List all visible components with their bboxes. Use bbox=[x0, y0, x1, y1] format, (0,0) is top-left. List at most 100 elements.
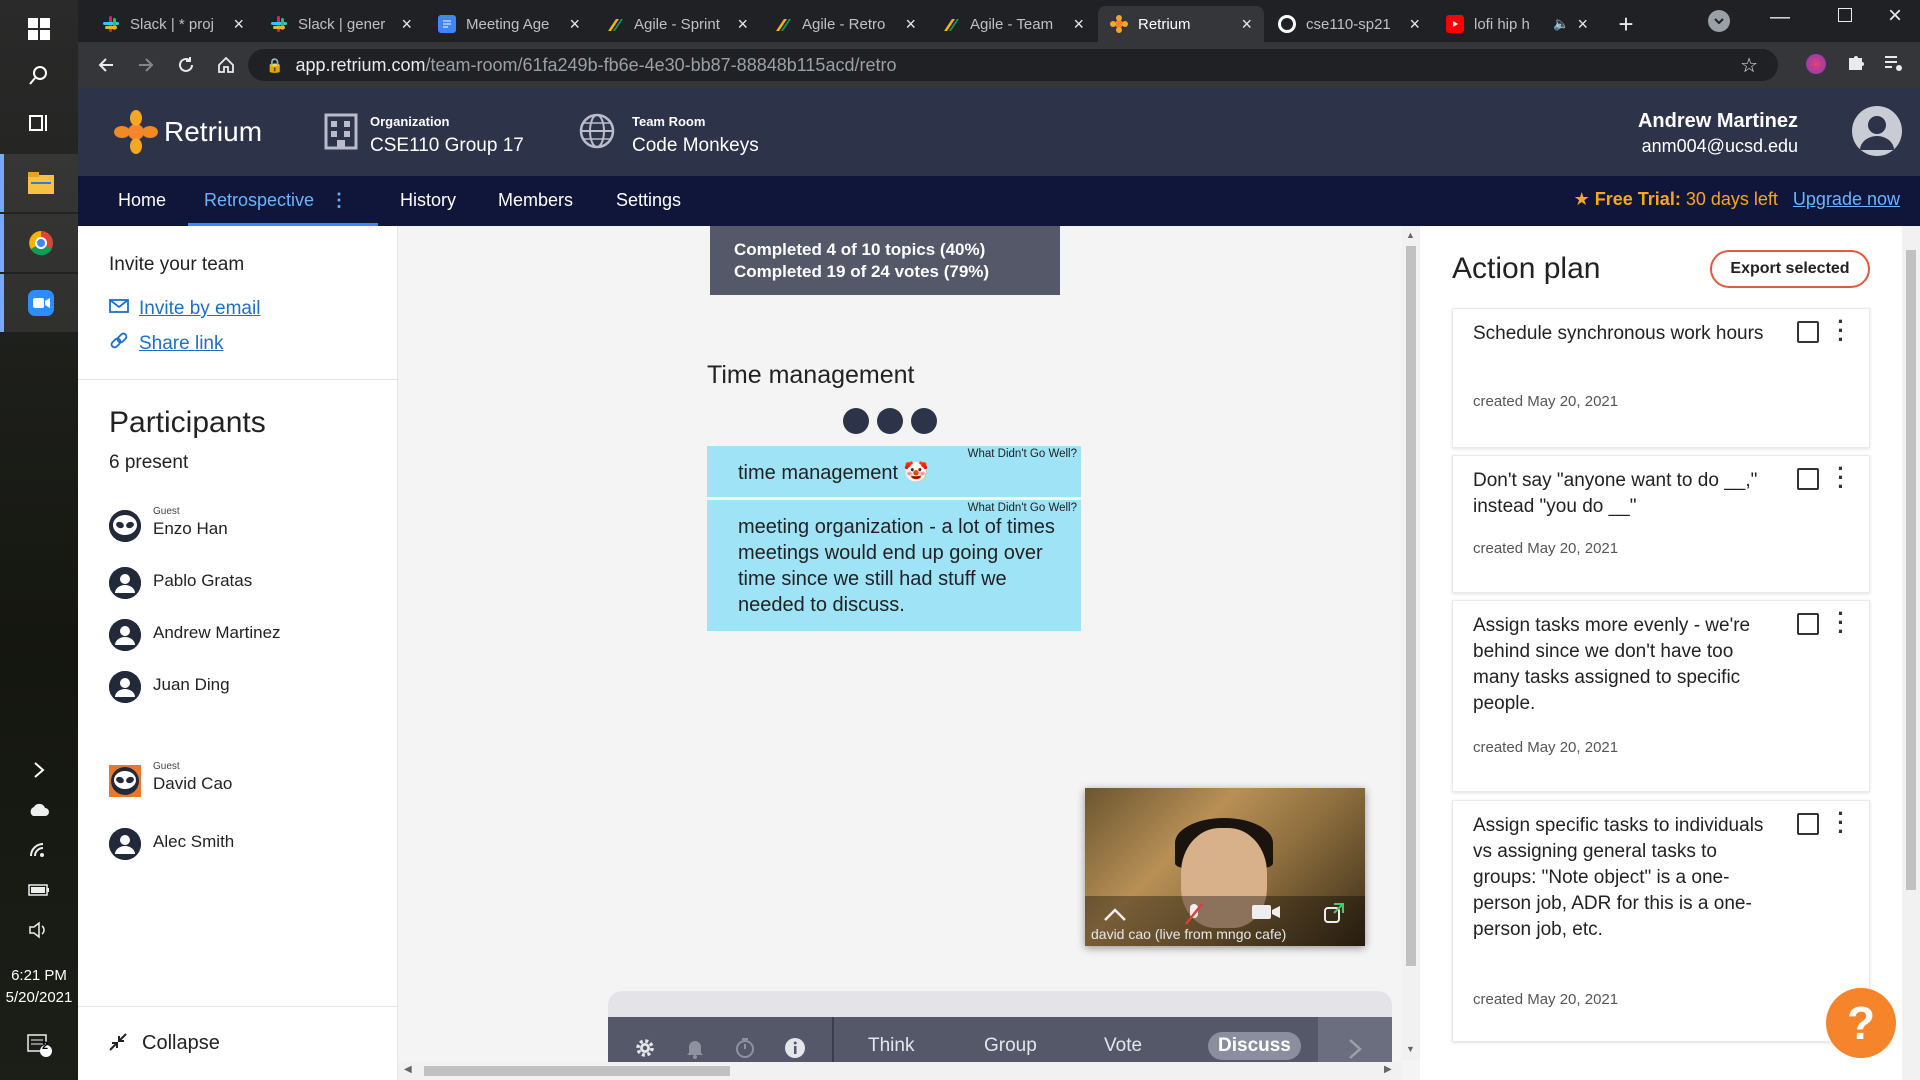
action-item[interactable]: Assign specific tasks to individuals vs … bbox=[1452, 800, 1870, 1042]
nav-history[interactable]: History bbox=[400, 176, 456, 226]
browser-tab[interactable]: Slack | * proj × bbox=[90, 6, 256, 42]
restore-icon[interactable] bbox=[1838, 8, 1852, 22]
media-queue-icon[interactable] bbox=[1884, 54, 1904, 77]
select-checkbox[interactable] bbox=[1797, 613, 1819, 635]
nav-retrospective-label: Retrospective bbox=[204, 190, 315, 210]
action-item[interactable]: Assign tasks more evenly - we're behind … bbox=[1452, 600, 1870, 792]
chevron-up-icon[interactable] bbox=[1103, 902, 1127, 928]
kebab-menu-icon[interactable]: · · · bbox=[1833, 311, 1849, 351]
info-icon[interactable] bbox=[782, 1035, 808, 1061]
kebab-menu-icon[interactable]: · · · bbox=[1833, 458, 1849, 498]
kebab-menu-icon[interactable]: · · · bbox=[1833, 603, 1849, 643]
action-center-icon[interactable]: 2 bbox=[0, 1016, 78, 1074]
action-item[interactable]: Schedule synchronous work hours created … bbox=[1452, 308, 1870, 448]
card-text: time management bbox=[738, 462, 899, 484]
file-explorer-icon[interactable] bbox=[0, 154, 78, 212]
browser-tab[interactable]: Agile - Team × bbox=[930, 6, 1096, 42]
kebab-menu-icon[interactable]: · · · bbox=[1833, 803, 1849, 843]
close-icon[interactable]: × bbox=[905, 14, 916, 35]
volume-icon[interactable] bbox=[0, 901, 78, 959]
action-plan-scrollbar[interactable] bbox=[1902, 226, 1920, 1080]
close-icon[interactable]: × bbox=[1241, 14, 1252, 35]
select-checkbox[interactable] bbox=[1797, 813, 1819, 835]
org-name[interactable]: CSE110 Group 17 bbox=[370, 135, 524, 157]
popout-icon[interactable] bbox=[1323, 902, 1345, 930]
user-avatar[interactable] bbox=[1852, 106, 1902, 156]
settings-gear-icon[interactable] bbox=[632, 1035, 658, 1061]
close-icon[interactable]: × bbox=[569, 14, 580, 35]
chrome-icon[interactable] bbox=[0, 214, 78, 272]
export-selected-button[interactable]: Export selected bbox=[1710, 250, 1870, 288]
user-name[interactable]: Andrew Martinez bbox=[1638, 110, 1798, 133]
nav-home[interactable]: Home bbox=[118, 176, 166, 226]
scrollbar-thumb[interactable] bbox=[1406, 246, 1416, 966]
select-checkbox[interactable] bbox=[1797, 468, 1819, 490]
scroll-up-icon[interactable]: ▲ bbox=[1406, 230, 1415, 240]
action-item-date: created May 20, 2021 bbox=[1473, 393, 1619, 410]
action-item-text: Don't say "anyone want to do __," instea… bbox=[1473, 470, 1758, 517]
nav-settings[interactable]: Settings bbox=[616, 176, 681, 226]
scrollbar-thumb[interactable] bbox=[424, 1066, 730, 1076]
action-item-date: created May 20, 2021 bbox=[1473, 739, 1619, 756]
close-icon[interactable]: × bbox=[1409, 14, 1420, 35]
action-item[interactable]: Don't say "anyone want to do __," instea… bbox=[1452, 455, 1870, 593]
taskbar-clock[interactable]: 6:21 PM 5/20/2021 bbox=[0, 965, 78, 1009]
retrium-logo-icon[interactable] bbox=[114, 110, 158, 154]
close-icon[interactable]: × bbox=[233, 14, 244, 35]
scroll-left-icon[interactable]: ◀ bbox=[404, 1064, 412, 1075]
browser-tab[interactable]: Slack | gener × bbox=[258, 6, 424, 42]
timer-icon[interactable] bbox=[732, 1035, 758, 1061]
nav-members[interactable]: Members bbox=[498, 176, 573, 226]
board-vertical-scrollbar[interactable]: ▲ ▼ bbox=[1402, 226, 1420, 1060]
zoom-icon[interactable] bbox=[0, 274, 78, 332]
new-tab-button[interactable]: + bbox=[1608, 6, 1644, 42]
help-button[interactable]: ? bbox=[1826, 988, 1896, 1058]
collapse-button[interactable]: Collapse bbox=[78, 1006, 398, 1080]
browser-tab[interactable]: cse110-sp21 × bbox=[1266, 6, 1432, 42]
forward-arrow-icon[interactable] bbox=[132, 51, 160, 79]
scroll-right-icon[interactable]: ▶ bbox=[1384, 1064, 1392, 1075]
close-icon[interactable]: × bbox=[401, 14, 412, 35]
close-icon[interactable]: × bbox=[737, 14, 748, 35]
address-bar[interactable]: 🔒 app.retrium.com /team-room/61fa249b-fb… bbox=[248, 49, 1778, 81]
team-room-name[interactable]: Code Monkeys bbox=[632, 135, 759, 157]
phase-think[interactable]: Think bbox=[868, 1035, 914, 1057]
speaker-icon[interactable]: 🔈 bbox=[1553, 16, 1569, 32]
share-link[interactable]: Share link bbox=[109, 331, 224, 357]
kebab-menu-icon[interactable]: ⋮ bbox=[330, 176, 348, 224]
window-close-icon[interactable]: × bbox=[1888, 2, 1902, 30]
browser-tab[interactable]: Agile - Retro × bbox=[762, 6, 928, 42]
home-icon[interactable] bbox=[212, 51, 240, 79]
invite-by-email-link[interactable]: Invite by email bbox=[109, 298, 260, 320]
video-camera-icon[interactable] bbox=[1251, 902, 1281, 928]
browser-tab[interactable]: Agile - Sprint × bbox=[594, 6, 760, 42]
upgrade-link[interactable]: Upgrade now bbox=[1793, 189, 1900, 209]
retro-card[interactable]: What Didn't Go Well? time management 🤡 bbox=[707, 446, 1081, 497]
close-icon[interactable]: × bbox=[1073, 14, 1084, 35]
scrollbar-thumb[interactable] bbox=[1906, 250, 1916, 890]
browser-tab-active[interactable]: Retrium × bbox=[1098, 6, 1264, 42]
phase-discuss[interactable]: Discuss bbox=[1208, 1032, 1301, 1060]
bell-icon[interactable] bbox=[682, 1035, 708, 1061]
puzzle-extensions-icon[interactable] bbox=[1846, 52, 1866, 77]
phase-vote[interactable]: Vote bbox=[1104, 1035, 1142, 1057]
extension-icon[interactable] bbox=[1806, 54, 1826, 74]
brand-name[interactable]: Retrium bbox=[164, 116, 262, 148]
board-horizontal-scrollbar[interactable]: ◀ ▶ bbox=[398, 1062, 1402, 1080]
select-checkbox[interactable] bbox=[1797, 321, 1819, 343]
minimize-icon[interactable]: — bbox=[1770, 6, 1790, 29]
org-label: Organization bbox=[370, 114, 450, 129]
video-call-tile[interactable]: david cao (live from mngo cafe) bbox=[1085, 788, 1365, 946]
close-icon[interactable]: × bbox=[1577, 14, 1588, 35]
browser-tab[interactable]: lofi hip h 🔈 × bbox=[1434, 6, 1600, 42]
browser-tab[interactable]: Meeting Age × bbox=[426, 6, 592, 42]
retro-card[interactable]: What Didn't Go Well? meeting organizatio… bbox=[707, 500, 1081, 631]
task-view-icon[interactable] bbox=[0, 94, 78, 152]
tab-search-icon[interactable] bbox=[1708, 10, 1730, 32]
scroll-down-icon[interactable]: ▼ bbox=[1406, 1044, 1415, 1054]
reload-icon[interactable] bbox=[172, 51, 200, 79]
back-arrow-icon[interactable] bbox=[92, 51, 120, 79]
phase-group[interactable]: Group bbox=[984, 1035, 1037, 1057]
bookmark-star-icon[interactable]: ☆ bbox=[1740, 53, 1758, 78]
nav-retrospective[interactable]: Retrospective ⋮ bbox=[188, 176, 378, 226]
